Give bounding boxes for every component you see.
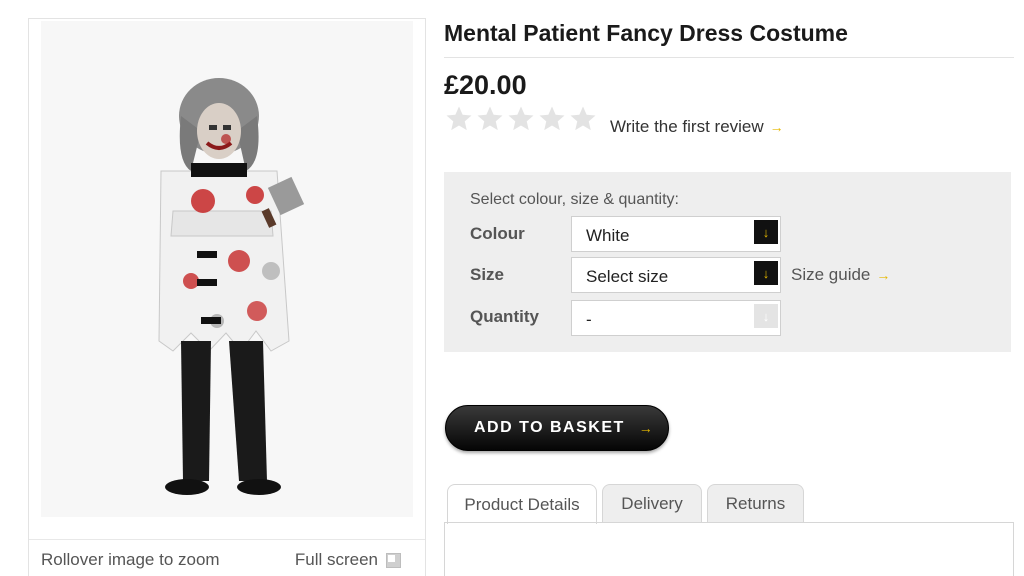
arrow-right-icon: → [769,119,784,135]
product-price: £20.00 [444,70,527,100]
chevron-down-icon[interactable]: ↓ [754,304,778,328]
costume-figure-illustration [158,78,305,495]
product-title: Mental Patient Fancy Dress Costume [444,20,848,46]
arrow-right-icon: → [638,420,655,436]
star-icon [446,106,472,131]
tab-delivery[interactable]: Delivery [602,484,702,523]
quantity-select[interactable]: - ↓ [571,300,781,336]
tab-label: Returns [725,494,786,513]
write-review-link[interactable]: Write the first review → [610,117,784,137]
tab-label: Delivery [621,494,683,513]
chevron-down-icon[interactable]: ↓ [754,220,778,244]
colour-value: White [586,226,630,245]
add-to-basket-button[interactable]: ADD TO BASKET → [445,405,669,451]
product-image-panel: Rollover image to zoom Full screen [28,18,426,576]
quantity-value: - [586,310,592,329]
star-icon [539,106,565,131]
size-value: Select size [586,267,669,286]
size-label: Size [470,265,505,284]
fullscreen-button[interactable]: Full screen [295,550,401,570]
quantity-label: Quantity [470,307,539,326]
arrow-right-icon: → [876,267,891,283]
chevron-down-icon[interactable]: ↓ [754,261,778,285]
image-footer: Rollover image to zoom Full screen [29,539,425,576]
fullscreen-label: Full screen [294,550,378,569]
tab-label: Product Details [464,494,580,514]
options-panel: Select colour, size & quantity: Colour W… [444,172,1011,352]
tab-content [444,523,1014,576]
tab-product-details[interactable]: Product Details [447,484,597,524]
zoom-hint: Rollover image to zoom [41,550,220,569]
product-image[interactable] [41,21,413,517]
write-review-label: Write the first review [610,117,764,136]
star-icon [477,106,503,131]
size-guide-link[interactable]: Size guide → [791,265,890,285]
colour-label: Colour [470,224,525,243]
rating-stars [444,104,598,134]
add-to-basket-label: ADD TO BASKET [474,419,625,436]
fullscreen-icon [386,552,401,568]
size-select[interactable]: Select size ↓ [571,257,781,293]
size-guide-label: Size guide [791,265,871,284]
options-heading: Select colour, size & quantity: [470,191,679,208]
star-icon [508,106,534,131]
colour-select[interactable]: White ↓ [571,216,781,252]
star-icon [570,106,596,131]
tab-returns[interactable]: Returns [707,484,804,523]
title-divider [444,57,1014,58]
